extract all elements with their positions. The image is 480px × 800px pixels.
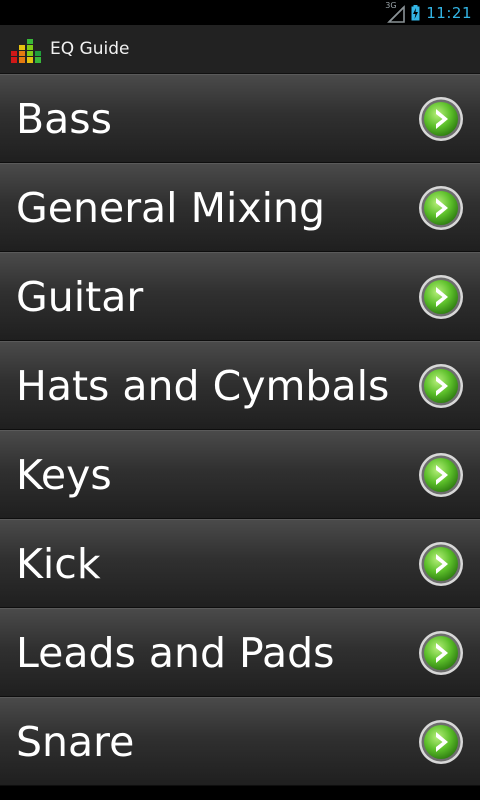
chevron-right-circle-icon [419, 541, 463, 586]
chevron-right-circle-icon [419, 630, 463, 675]
chevron-right-circle-icon [419, 185, 463, 230]
list-item-label: Guitar [16, 272, 144, 321]
list-item-label: General Mixing [16, 183, 326, 232]
chevron-right-circle-icon [419, 719, 463, 764]
status-icons: 3G 11:21 [385, 0, 472, 23]
list-item-kick[interactable]: Kick [0, 519, 480, 608]
list-item-guitar[interactable]: Guitar [0, 252, 480, 341]
category-list: Bass General Mixing Guitar Hats and Cymb… [0, 74, 480, 786]
list-item-label: Leads and Pads [16, 628, 335, 677]
list-item-snare[interactable]: Snare [0, 697, 480, 786]
list-item-label: Kick [16, 539, 101, 588]
list-item-leads-and-pads[interactable]: Leads and Pads [0, 608, 480, 697]
action-bar: EQ Guide [0, 25, 480, 74]
list-item-label: Bass [16, 94, 112, 143]
list-item-keys[interactable]: Keys [0, 430, 480, 519]
chevron-right-circle-icon [419, 96, 463, 141]
app-title: EQ Guide [50, 39, 130, 59]
chevron-right-circle-icon [419, 452, 463, 497]
list-item-bass[interactable]: Bass [0, 74, 480, 163]
battery-charging-icon [411, 4, 420, 21]
clock: 11:21 [426, 3, 472, 22]
list-item-hats-and-cymbals[interactable]: Hats and Cymbals [0, 341, 480, 430]
list-item-label: Snare [16, 717, 135, 766]
chevron-right-circle-icon [419, 363, 463, 408]
signal-icon: 3G [385, 0, 406, 23]
status-bar: 3G 11:21 [0, 0, 480, 25]
network-type: 3G [385, 0, 397, 10]
chevron-right-circle-icon [419, 274, 463, 319]
equalizer-icon[interactable] [10, 33, 42, 65]
list-item-general-mixing[interactable]: General Mixing [0, 163, 480, 252]
list-item-label: Keys [16, 450, 112, 499]
list-item-label: Hats and Cymbals [16, 361, 390, 410]
